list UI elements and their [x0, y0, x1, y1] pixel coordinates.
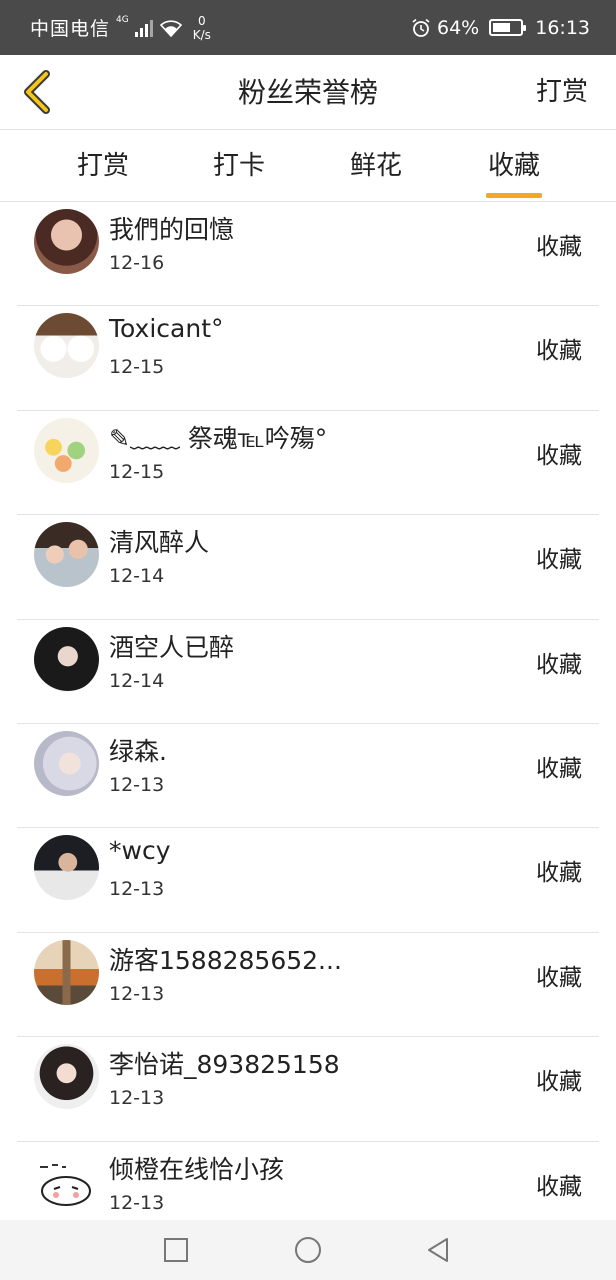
- date-label: 12-15: [109, 356, 165, 379]
- speed-unit: K/s: [192, 27, 211, 42]
- date-label: 12-13: [109, 878, 165, 901]
- user-name: 绿森.: [109, 736, 167, 766]
- action-label: 收藏: [536, 1173, 582, 1200]
- carrier-label: 中国电信: [30, 18, 111, 40]
- date-label: 12-13: [109, 773, 165, 796]
- tab-label: 打卡: [212, 151, 265, 181]
- status-bar: 中国电信 4G 0 K/s 64% 16:13: [0, 0, 616, 55]
- app-header: 粉丝荣誉榜 打赏: [0, 55, 616, 130]
- recent-apps-button[interactable]: [160, 1234, 192, 1266]
- date-label: 12-13: [109, 1087, 165, 1110]
- circle-icon: [295, 1237, 321, 1263]
- date-label: 12-13: [109, 982, 165, 1005]
- action-label: 收藏: [536, 547, 582, 574]
- action-label: 收藏: [536, 442, 582, 469]
- list-item[interactable]: 酒空人已醉 12-14 收藏: [17, 620, 599, 724]
- cartoon-face-icon: [40, 1163, 91, 1206]
- clock: 16:13: [535, 16, 590, 39]
- date-label: 12-14: [109, 565, 165, 588]
- avatar[interactable]: [34, 626, 99, 692]
- back-nav-button[interactable]: [422, 1234, 454, 1266]
- user-name: 清风醉人: [109, 528, 210, 558]
- action-label: 收藏: [536, 1069, 582, 1096]
- tab-indicator: [486, 193, 542, 198]
- list-item[interactable]: ✎﹏﹏ 祭魂℡吟殤° 12-15 收藏: [17, 411, 599, 516]
- list-item[interactable]: 我們的回憶 12-16 收藏: [17, 202, 599, 307]
- action-label: 收藏: [536, 234, 582, 260]
- tab-label: 收藏: [487, 151, 540, 181]
- user-name: 我們的回憶: [109, 215, 235, 244]
- list-item[interactable]: 倾橙在线恰小孩 12-13 收藏: [17, 1142, 599, 1220]
- action-label: 收藏: [536, 338, 582, 365]
- list-item[interactable]: Toxicant° 12-15 收藏: [17, 306, 599, 411]
- avatar[interactable]: [34, 1148, 99, 1214]
- user-name: Toxicant°: [109, 314, 224, 344]
- avatar[interactable]: [34, 522, 99, 588]
- home-button[interactable]: [292, 1234, 324, 1266]
- square-icon: [164, 1238, 188, 1262]
- tab-bar: 打赏 打卡 鲜花 收藏: [0, 130, 616, 202]
- avatar[interactable]: [34, 730, 99, 796]
- list-item[interactable]: 绿森. 12-13 收藏: [17, 724, 599, 829]
- fan-list: 我們的回憶 12-16 收藏 Toxicant° 12-15 收藏 ✎﹏﹏ 祭魂…: [0, 202, 616, 1220]
- user-name: 酒空人已醉: [109, 632, 235, 662]
- tab-checkin[interactable]: 打卡: [199, 130, 279, 202]
- network-type: 4G: [116, 14, 129, 25]
- list-item[interactable]: 李怡诺_893825158 12-13 收藏: [17, 1037, 599, 1142]
- date-label: 12-13: [109, 1191, 165, 1214]
- avatar[interactable]: [34, 939, 99, 1005]
- tab-reward[interactable]: 打赏: [63, 130, 143, 202]
- user-name: *wcy: [109, 836, 171, 866]
- wifi-icon: [159, 19, 182, 37]
- avatar[interactable]: [34, 209, 99, 274]
- action-label: 收藏: [536, 651, 582, 678]
- battery-percent: 64%: [437, 16, 480, 39]
- user-name: 倾橙在线恰小孩: [109, 1154, 285, 1184]
- network-speed: 0 K/s: [193, 14, 211, 42]
- user-name: 游客1588285652...: [109, 945, 342, 975]
- date-label: 12-16: [109, 252, 165, 274]
- tab-label: 打赏: [76, 151, 129, 181]
- avatar[interactable]: [34, 1044, 99, 1110]
- list-item[interactable]: *wcy 12-13 收藏: [17, 828, 599, 933]
- list-item[interactable]: 清风醉人 12-14 收藏: [17, 515, 599, 620]
- date-label: 12-15: [109, 460, 165, 483]
- date-label: 12-14: [109, 669, 165, 692]
- signal-icon: [134, 19, 153, 37]
- list-item[interactable]: 游客1588285652... 12-13 收藏: [17, 933, 599, 1038]
- user-name: ✎﹏﹏ 祭魂℡吟殤°: [109, 423, 328, 453]
- action-label: 收藏: [536, 964, 582, 991]
- action-label: 收藏: [536, 860, 582, 887]
- battery-icon: [489, 19, 527, 36]
- avatar[interactable]: [34, 313, 99, 379]
- user-name: 李怡诺_893825158: [109, 1050, 340, 1080]
- page-title: 粉丝荣誉榜: [237, 76, 378, 109]
- speed-value: 0: [197, 13, 206, 28]
- tab-label: 鲜花: [349, 151, 402, 181]
- system-nav-bar: [0, 1220, 616, 1280]
- triangle-back-icon: [428, 1238, 448, 1262]
- alarm-icon: [412, 18, 430, 37]
- reward-button[interactable]: 打赏: [536, 55, 588, 130]
- avatar[interactable]: [34, 835, 99, 901]
- tab-flowers[interactable]: 鲜花: [336, 130, 416, 202]
- action-label: 收藏: [536, 755, 582, 782]
- tab-favorites[interactable]: 收藏: [474, 130, 554, 202]
- back-button[interactable]: [14, 69, 60, 115]
- avatar[interactable]: [34, 417, 99, 483]
- chevron-left-icon: [24, 70, 50, 114]
